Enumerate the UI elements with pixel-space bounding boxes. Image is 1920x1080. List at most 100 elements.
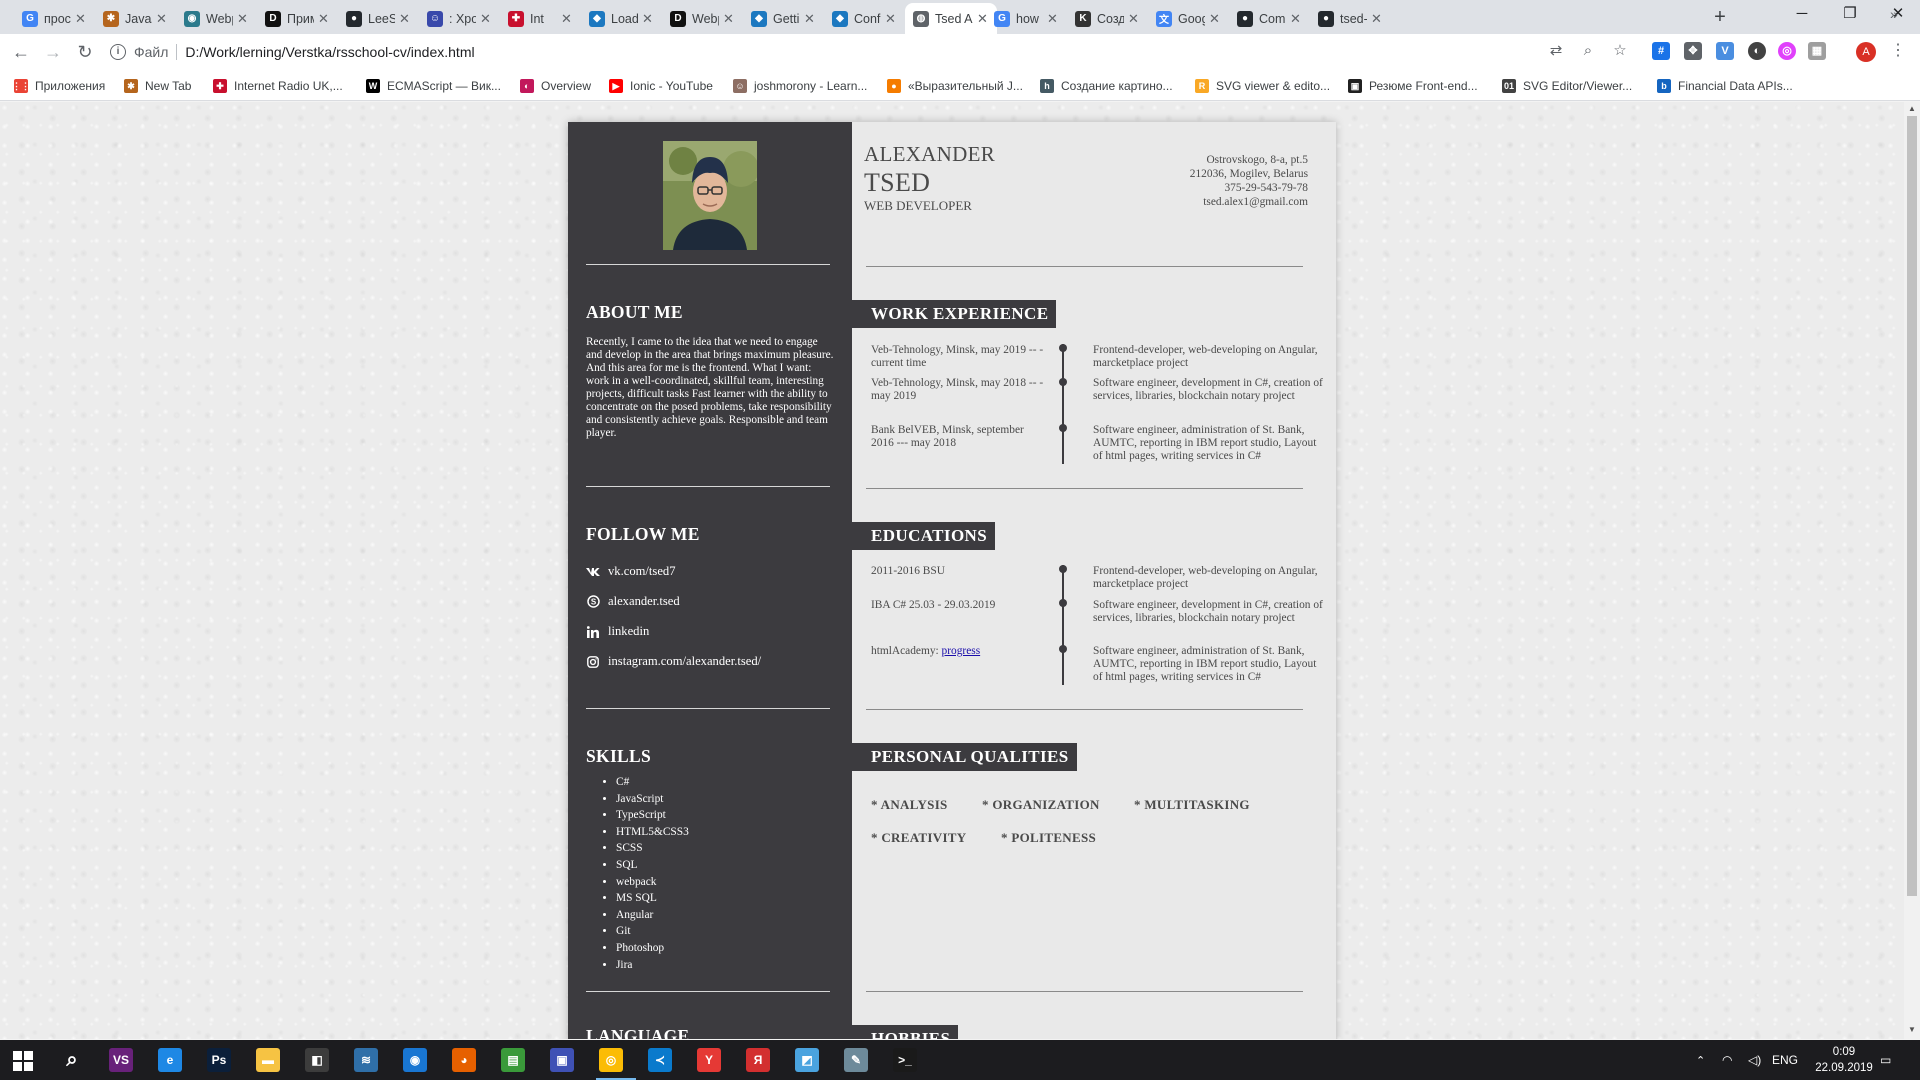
- wifi-icon[interactable]: ◠: [1722, 1040, 1732, 1080]
- browser-tab[interactable]: ◉ Webpa ✕: [176, 3, 257, 34]
- yandex-icon[interactable]: Y: [697, 1048, 721, 1072]
- chrome-icon[interactable]: ◎: [599, 1048, 623, 1072]
- vscode-icon[interactable]: ≺: [648, 1048, 672, 1072]
- notepad-icon[interactable]: ▤: [501, 1048, 525, 1072]
- follow-instagram-link[interactable]: instagram.com/alexander.tsed/: [586, 654, 761, 669]
- browser-tab[interactable]: ◆ Config ✕: [824, 3, 905, 34]
- browser-tab[interactable]: ✚ Int ✕: [500, 3, 581, 34]
- paint-icon[interactable]: ◩: [795, 1048, 819, 1072]
- forward-icon[interactable]: →: [40, 39, 66, 65]
- new-tab-button[interactable]: +: [1708, 5, 1732, 29]
- tools-icon[interactable]: ✎: [844, 1048, 868, 1072]
- browser-tab[interactable]: D Webpa ✕: [662, 3, 743, 34]
- firefox-icon[interactable]: ◕: [452, 1048, 476, 1072]
- page-scrollbar[interactable]: ▲ ▼: [1904, 102, 1920, 1039]
- tab-close-icon[interactable]: ✕: [237, 11, 249, 27]
- extension-move-icon[interactable]: ✥: [1684, 42, 1702, 60]
- bookmarks-overflow-icon[interactable]: »: [1890, 6, 1898, 22]
- system-clock[interactable]: 0:09 22.09.2019: [1814, 1044, 1874, 1076]
- scroll-up-icon[interactable]: ▲: [1904, 102, 1920, 116]
- bookmark-item[interactable]: ✚ Internet Radio UK,...: [213, 76, 343, 96]
- tab-close-icon[interactable]: ✕: [75, 11, 87, 27]
- tab-close-icon[interactable]: ✕: [1047, 11, 1059, 27]
- tab-close-icon[interactable]: ✕: [1290, 11, 1302, 27]
- tray-chevron-icon[interactable]: ⌃: [1696, 1040, 1705, 1080]
- photoshop-icon[interactable]: Ps: [207, 1048, 231, 1072]
- browser-tab[interactable]: Ghow in ✕: [986, 3, 1067, 34]
- bookmark-item[interactable]: W ECMAScript — Вик...: [366, 76, 501, 96]
- tab-close-icon[interactable]: ✕: [642, 11, 654, 27]
- minimize-icon[interactable]: ─: [1780, 0, 1824, 30]
- tab-close-icon[interactable]: ✕: [1128, 11, 1140, 27]
- zoom-icon[interactable]: ⌕: [1578, 41, 1598, 61]
- bookmark-item[interactable]: h Создание картино...: [1040, 76, 1173, 96]
- tab-close-icon[interactable]: ✕: [318, 11, 330, 27]
- address-url[interactable]: D:/Work/lerning/Verstka/rsschool-cv/inde…: [185, 44, 474, 60]
- address-bar[interactable]: i Файл D:/Work/lerning/Verstka/rsschool-…: [110, 37, 1585, 67]
- translate-icon[interactable]: ⇄: [1546, 41, 1566, 61]
- browser-tab[interactable]: ☺: Хрон ✕: [419, 3, 500, 34]
- tab-close-icon[interactable]: ✕: [804, 11, 816, 27]
- maximize-icon[interactable]: ❐: [1828, 0, 1872, 30]
- extension-color-icon[interactable]: ◎: [1778, 42, 1796, 60]
- extension-v-icon[interactable]: V: [1716, 42, 1734, 60]
- browser-tab[interactable]: ◍ Tsed A ✕: [905, 3, 997, 34]
- tab-close-icon[interactable]: ✕: [561, 11, 573, 27]
- browser-tab[interactable]: ◆ Loade ✕: [581, 3, 662, 34]
- windows-start-icon[interactable]: [10, 1048, 36, 1074]
- scroll-down-icon[interactable]: ▼: [1904, 1023, 1920, 1037]
- progress-link[interactable]: progress: [942, 645, 981, 657]
- extension-grid-icon[interactable]: #: [1652, 42, 1670, 60]
- browser-tab[interactable]: ✱ Javascr ✕: [95, 3, 176, 34]
- bookmark-item[interactable]: ◐ Overview: [520, 76, 591, 96]
- bookmark-item[interactable]: ● «Выразительный J...: [887, 76, 1023, 96]
- visual-studio-icon[interactable]: VS: [109, 1048, 133, 1072]
- input-language[interactable]: ENG: [1772, 1040, 1798, 1080]
- follow-vk-link[interactable]: vk.com/tsed7: [586, 564, 676, 579]
- bookmark-item[interactable]: ⋮⋮ Приложения: [12, 76, 105, 96]
- yandex-browser-icon[interactable]: Я: [746, 1048, 770, 1072]
- back-icon[interactable]: ←: [8, 39, 34, 65]
- bookmark-star-icon[interactable]: ☆: [1610, 41, 1630, 61]
- bookmark-item[interactable]: ✱ New Tab: [124, 76, 191, 96]
- info-icon[interactable]: i: [110, 44, 126, 60]
- browser-tab[interactable]: ● tsed-a ✕: [1310, 3, 1391, 34]
- scroll-thumb[interactable]: [1907, 116, 1917, 896]
- browser-tab[interactable]: K Созда ✕: [1067, 3, 1148, 34]
- browser-tab[interactable]: ◆ Gettin ✕: [743, 3, 824, 34]
- notifications-icon[interactable]: ▭: [1880, 1040, 1891, 1080]
- search-icon[interactable]: ⌕: [60, 1048, 84, 1072]
- follow-skype-link[interactable]: S alexander.tsed: [586, 594, 680, 609]
- tab-close-icon[interactable]: ✕: [156, 11, 168, 27]
- reload-icon[interactable]: ↻: [72, 39, 98, 65]
- profile-avatar[interactable]: A: [1856, 42, 1876, 62]
- tab-close-icon[interactable]: ✕: [399, 11, 411, 27]
- tab-close-icon[interactable]: ✕: [480, 11, 492, 27]
- tab-close-icon[interactable]: ✕: [1371, 11, 1383, 27]
- follow-linkedin-link[interactable]: linkedin: [586, 624, 649, 639]
- bookmark-item[interactable]: b Financial Data APIs...: [1657, 76, 1793, 96]
- browser-tab[interactable]: D Приме ✕: [257, 3, 338, 34]
- edge-icon[interactable]: e: [158, 1048, 182, 1072]
- extension-dark-icon[interactable]: ◐: [1748, 42, 1766, 60]
- close-window-icon[interactable]: ✕: [1876, 0, 1920, 30]
- save-icon[interactable]: ▣: [550, 1048, 574, 1072]
- tab-close-icon[interactable]: ✕: [885, 11, 897, 27]
- maps-icon[interactable]: ◉: [403, 1048, 427, 1072]
- browser-tab[interactable]: Gпросто ✕: [14, 3, 95, 34]
- browser-tab[interactable]: 文 Googl ✕: [1148, 3, 1229, 34]
- tab-close-icon[interactable]: ✕: [723, 11, 735, 27]
- bookmark-item[interactable]: 01 SVG Editor/Viewer...: [1502, 76, 1632, 96]
- tab-close-icon[interactable]: ✕: [1209, 11, 1221, 27]
- browser-tab[interactable]: ● LeeSwi ✕: [338, 3, 419, 34]
- bookmark-item[interactable]: ☺ joshmorony - Learn...: [733, 76, 867, 96]
- extension-gray-icon[interactable]: ▦: [1808, 42, 1826, 60]
- explorer-icon[interactable]: ▬: [256, 1048, 280, 1072]
- store-icon[interactable]: ◧: [305, 1048, 329, 1072]
- bookmark-item[interactable]: R SVG viewer & edito...: [1195, 76, 1330, 96]
- bookmark-item[interactable]: ▶ Ionic - YouTube: [609, 76, 713, 96]
- terminal-icon[interactable]: >_: [893, 1048, 917, 1072]
- volume-icon[interactable]: ◁): [1748, 1040, 1761, 1080]
- browser-tab[interactable]: ● Comp ✕: [1229, 3, 1310, 34]
- bookmark-item[interactable]: ▣ Резюме Front-end...: [1348, 76, 1478, 96]
